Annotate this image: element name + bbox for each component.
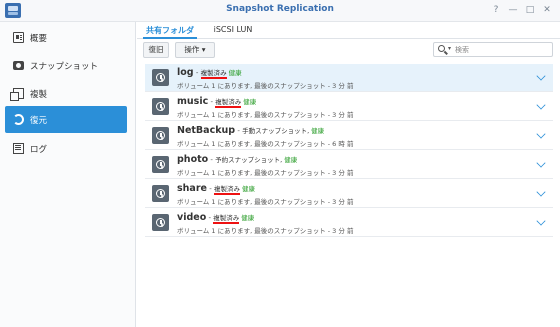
sidebar-item-snapshot[interactable]: スナップショット bbox=[5, 52, 127, 79]
chevron-down-icon[interactable] bbox=[536, 129, 546, 139]
health-status: 健康 bbox=[284, 156, 298, 164]
sidebar-item-replication[interactable]: 複製 bbox=[5, 80, 127, 107]
folder-description: ボリューム 1 にあります, 最後のスナップショット - 6 時 前 bbox=[177, 140, 354, 148]
sidebar-item-label: 概要 bbox=[30, 34, 48, 44]
list-item[interactable]: video - 複製済み 健康 ボリューム 1 にあります, 最後のスナップショッ… bbox=[145, 209, 553, 237]
health-status: 健康 bbox=[241, 214, 255, 222]
restore-folder-icon bbox=[152, 214, 169, 231]
folder-description: ボリューム 1 にあります, 最後のスナップショット - 3 分 前 bbox=[177, 198, 354, 206]
health-status: 健康 bbox=[243, 98, 257, 106]
restore-folder-icon bbox=[152, 69, 169, 86]
list-item[interactable]: music - 複製済み 健康 ボリューム 1 にあります, 最後のスナップショッ… bbox=[145, 93, 553, 121]
folder-name: share bbox=[177, 183, 207, 194]
health-status: 健康 bbox=[228, 69, 242, 77]
chevron-down-icon[interactable] bbox=[536, 187, 546, 197]
list-item[interactable]: NetBackup - 手動スナップショット, 健康 ボリューム 1 にあります,… bbox=[145, 122, 553, 150]
restore-folder-icon bbox=[152, 156, 169, 173]
folder-name: NetBackup bbox=[177, 125, 236, 136]
list-item[interactable]: share - 複製済み 健康 ボリューム 1 にあります, 最後のスナップショッ… bbox=[145, 180, 553, 208]
tab-shared-folders[interactable]: 共有フォルダ bbox=[143, 22, 197, 39]
help-button[interactable]: ? bbox=[490, 4, 502, 16]
restore-folder-icon bbox=[152, 127, 169, 144]
sidebar-item-overview[interactable]: 概要 bbox=[5, 24, 127, 51]
tab-bar: 共有フォルダ iSCSI LUN bbox=[137, 22, 560, 39]
search-input[interactable]: ▾ 検索 bbox=[433, 42, 553, 57]
camera-icon bbox=[13, 61, 24, 70]
separator: - bbox=[206, 185, 214, 193]
log-icon bbox=[13, 143, 24, 154]
chevron-down-icon[interactable] bbox=[536, 158, 546, 168]
folder-description: ボリューム 1 にあります, 最後のスナップショット - 3 分 前 bbox=[177, 111, 354, 119]
health-status: 健康 bbox=[311, 127, 325, 135]
replication-status: 複製済み bbox=[200, 69, 227, 79]
restore-icon bbox=[13, 114, 24, 125]
folder-name: music bbox=[177, 96, 209, 107]
folder-description: ボリューム 1 にあります, 最後のスナップショット - 3 分 前 bbox=[177, 169, 354, 177]
replication-status: 複製済み bbox=[213, 214, 240, 224]
action-dropdown-button[interactable]: 操作 ▾ bbox=[175, 42, 215, 58]
replication-status: 手動スナップショット, bbox=[242, 127, 310, 135]
folder-description: ボリューム 1 にあります, 最後のスナップショット - 3 分 前 bbox=[177, 82, 354, 90]
sidebar: 概要 スナップショット 複製 復元 ログ bbox=[0, 22, 136, 327]
chevron-down-icon[interactable]: ▾ bbox=[448, 45, 451, 52]
folder-name: video bbox=[177, 212, 207, 223]
tab-iscsi-lun[interactable]: iSCSI LUN bbox=[211, 22, 255, 39]
replication-status: 複製済み bbox=[213, 185, 240, 195]
toolbar: 復旧 操作 ▾ ▾ 検索 bbox=[137, 40, 560, 64]
sidebar-item-label: 復元 bbox=[30, 116, 48, 126]
sidebar-item-label: ログ bbox=[30, 145, 48, 155]
restore-button[interactable]: 復旧 bbox=[143, 42, 169, 58]
restore-folder-icon bbox=[152, 98, 169, 115]
list-item[interactable]: log - 複製済み 健康 ボリューム 1 にあります, 最後のスナップショット … bbox=[145, 64, 553, 92]
search-icon bbox=[438, 45, 445, 52]
folder-description: ボリューム 1 にあります, 最後のスナップショット - 3 分 前 bbox=[177, 227, 354, 235]
window-title: Snapshot Replication bbox=[226, 4, 334, 14]
maximize-button[interactable]: □ bbox=[524, 4, 536, 16]
sidebar-item-restore[interactable]: 復元 bbox=[5, 106, 127, 133]
main-panel: 共有フォルダ iSCSI LUN 復旧 操作 ▾ ▾ 検索 log - 複製済み… bbox=[137, 22, 560, 327]
sidebar-item-log[interactable]: ログ bbox=[5, 135, 127, 162]
chevron-down-icon[interactable] bbox=[536, 100, 546, 110]
minimize-button[interactable]: — bbox=[507, 4, 519, 16]
restore-folder-icon bbox=[152, 185, 169, 202]
folder-name: photo bbox=[177, 154, 209, 165]
sidebar-item-label: 複製 bbox=[30, 90, 48, 100]
copy-icon bbox=[10, 88, 24, 101]
chevron-down-icon[interactable] bbox=[536, 216, 546, 226]
chevron-down-icon[interactable] bbox=[536, 71, 546, 81]
replication-status: 複製済み bbox=[215, 98, 242, 108]
overview-icon bbox=[13, 32, 24, 43]
health-status: 健康 bbox=[241, 185, 255, 193]
folder-name: log bbox=[177, 67, 194, 78]
search-placeholder: 検索 bbox=[455, 46, 469, 54]
sidebar-item-label: スナップショット bbox=[30, 62, 99, 72]
close-button[interactable]: ✕ bbox=[541, 4, 553, 16]
replication-status: 予約スナップショット, bbox=[215, 156, 283, 164]
title-bar: Snapshot Replication ? — □ ✕ bbox=[0, 0, 560, 22]
separator: - bbox=[193, 69, 201, 77]
list-item[interactable]: photo - 予約スナップショット, 健康 ボリューム 1 にあります, 最後の… bbox=[145, 151, 553, 179]
